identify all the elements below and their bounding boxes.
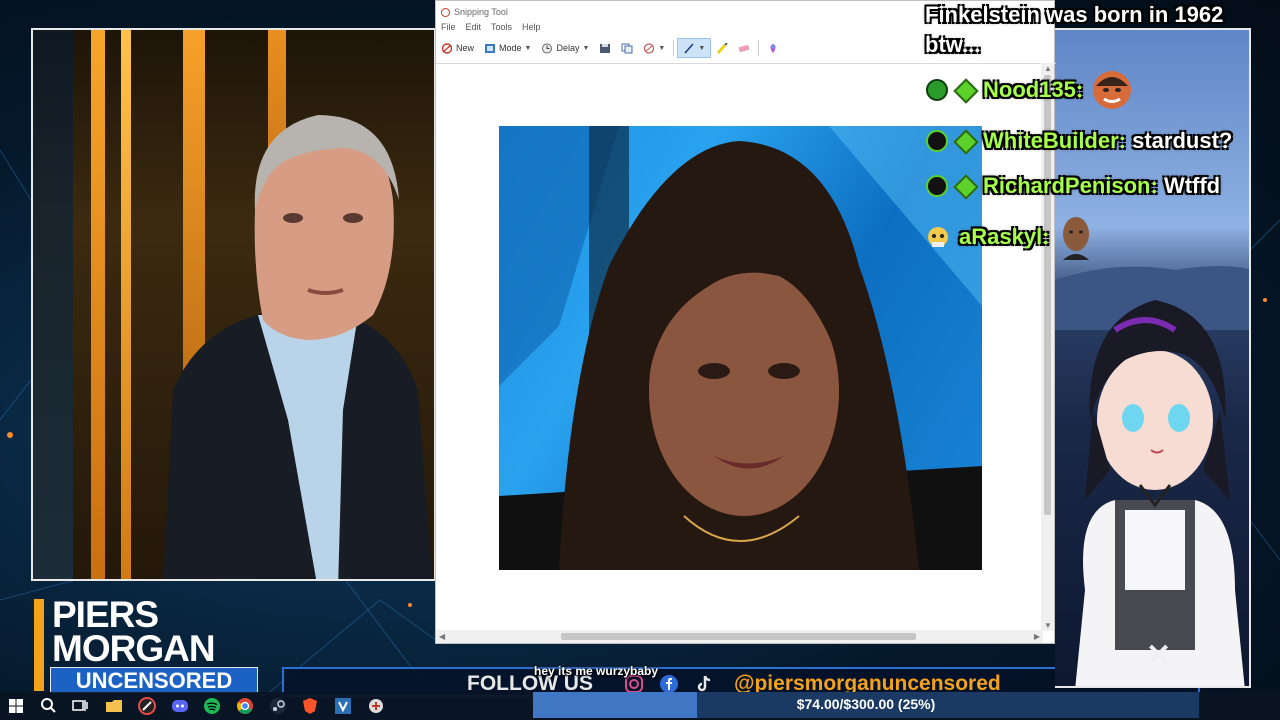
toolbar-divider — [758, 40, 760, 56]
delay-label: Delay — [556, 43, 580, 53]
save-button[interactable] — [594, 38, 616, 58]
chrome-icon[interactable] — [235, 696, 255, 716]
chat-message-top-line2: btw... — [925, 32, 981, 57]
vtuber-scene — [1055, 28, 1251, 688]
mode-dropdown-icon[interactable]: ▼ — [525, 45, 532, 52]
chat-username: aRaskyl: — [959, 224, 1050, 249]
app-icon[interactable] — [366, 696, 386, 716]
menu-bar: File Edit Tools Help — [441, 22, 541, 32]
captured-snip-image — [499, 126, 982, 570]
snipping-tool-icon — [441, 7, 450, 17]
avatar-badge-icon — [928, 227, 948, 247]
chat-username: RichardPenison: — [983, 173, 1158, 198]
window-title: Snipping Tool — [454, 7, 508, 17]
window-title-bar: Snipping Tool — [441, 4, 508, 20]
chat-badge-icon — [926, 175, 948, 197]
send-snip-button[interactable]: ▼ — [638, 38, 670, 58]
send-icon — [644, 42, 655, 54]
show-logo: PIERS MORGAN UNCENSORED — [34, 596, 258, 694]
chat-message-text: Wtffd — [1163, 173, 1221, 198]
brave-icon[interactable] — [300, 696, 320, 716]
paint3d-button[interactable] — [762, 38, 784, 58]
emote-icon — [1063, 217, 1089, 260]
pen-dropdown-icon[interactable]: ▼ — [698, 45, 705, 52]
chat-message: RichardPenison: Wtffd — [983, 173, 1220, 199]
paint3d-icon — [770, 43, 776, 53]
vscode-icon[interactable] — [333, 696, 353, 716]
toolbar-divider — [673, 40, 675, 56]
discord-icon[interactable] — [170, 696, 190, 716]
highlighter-button[interactable] — [711, 38, 733, 58]
spotify-icon[interactable] — [202, 696, 222, 716]
pen-button[interactable]: ▼ — [677, 38, 712, 58]
scroll-down-icon[interactable]: ▼ — [1044, 621, 1052, 630]
close-icon[interactable]: ✕ — [1146, 641, 1171, 671]
host-video-panel — [31, 28, 436, 581]
chat-message: WhiteBuilder: stardust? — [983, 128, 1232, 154]
chat-badge-icon — [926, 130, 948, 152]
copy-button[interactable] — [616, 38, 638, 58]
donation-goal-text: $74.00/$300.00 (25%) — [796, 696, 936, 712]
emote-icon — [1093, 71, 1131, 109]
mode-label: Mode — [499, 43, 522, 53]
windows-start-icon[interactable] — [6, 696, 26, 716]
highlighter-icon — [717, 42, 728, 54]
scroll-right-icon[interactable]: ▶ — [1034, 632, 1040, 641]
new-snip-button[interactable]: New — [436, 38, 479, 58]
eraser-button[interactable] — [733, 38, 755, 58]
snip-photo — [499, 126, 982, 570]
send-dropdown-icon[interactable]: ▼ — [658, 45, 665, 52]
mode-icon — [485, 43, 496, 53]
task-view-icon[interactable] — [70, 696, 90, 716]
horizontal-scroll-thumb[interactable] — [561, 633, 916, 640]
chat-message-top-line1: Finkelstein was born in 1962 — [925, 2, 1224, 27]
scroll-up-icon[interactable]: ▲ — [1044, 64, 1052, 73]
donation-goal-bar: $74.00/$300.00 (25%) — [533, 692, 1199, 718]
scroll-left-icon[interactable]: ◀ — [439, 632, 445, 641]
menu-file[interactable]: File — [441, 22, 456, 32]
logo-line-morgan: MORGAN — [52, 628, 216, 669]
new-snip-label: New — [456, 43, 475, 53]
steam-icon[interactable] — [268, 696, 288, 716]
menu-help[interactable]: Help — [522, 22, 541, 32]
menu-tools[interactable]: Tools — [491, 22, 512, 32]
chat-message-text: stardust? — [1132, 128, 1233, 153]
mode-button[interactable]: Mode ▼ — [479, 38, 536, 58]
pen-icon — [684, 42, 694, 54]
menu-edit[interactable]: Edit — [466, 22, 482, 32]
facebook-icon — [660, 675, 678, 693]
save-icon — [600, 43, 611, 53]
delay-button[interactable]: Delay ▼ — [536, 38, 594, 58]
chat-username: WhiteBuilder: — [983, 128, 1126, 153]
new-snip-icon — [441, 42, 453, 54]
search-icon[interactable] — [38, 696, 58, 716]
canvas-top-border — [436, 63, 1056, 64]
tiktok-icon — [697, 675, 711, 692]
logo-accent-bar — [34, 599, 44, 691]
horizontal-scrollbar[interactable]: ◀ ▶ — [436, 630, 1043, 643]
clock-icon — [542, 43, 553, 53]
copy-icon — [621, 43, 633, 53]
logo-uncensored-banner: UNCENSORED — [50, 667, 258, 693]
host-person — [163, 115, 433, 579]
chat-badge-icon — [926, 79, 948, 101]
delay-dropdown-icon[interactable]: ▼ — [582, 45, 589, 52]
chat-username: Nood135: — [983, 77, 1084, 102]
app-icon[interactable] — [137, 696, 157, 716]
file-explorer-icon[interactable] — [104, 696, 124, 716]
stream-subtitle: hey its me wurzybaby — [534, 664, 659, 678]
chat-message-top: Finkelstein was born in 1962 btw... — [925, 0, 1223, 60]
eraser-icon — [739, 44, 750, 52]
